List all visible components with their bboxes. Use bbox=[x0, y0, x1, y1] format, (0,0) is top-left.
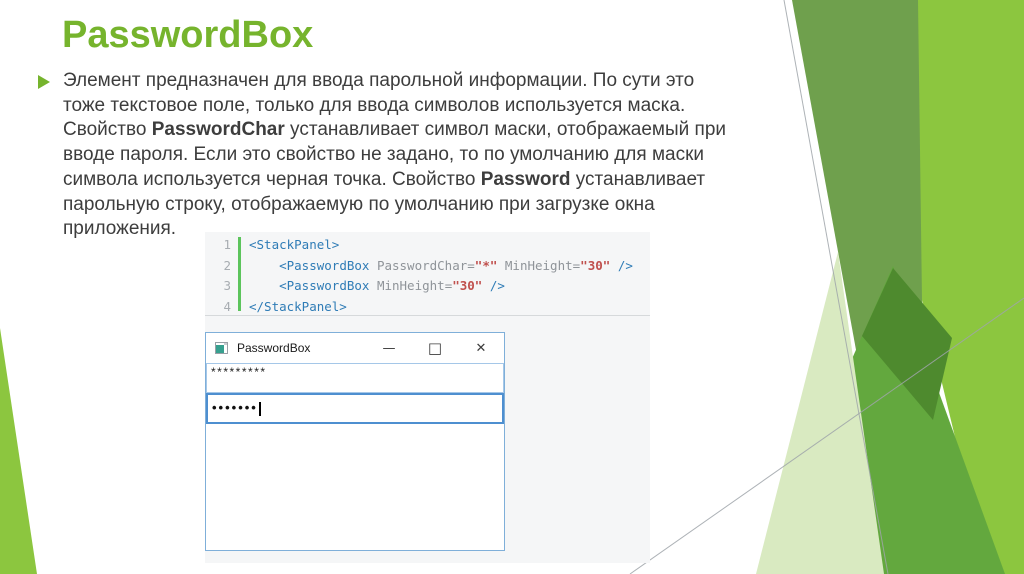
password-dots: ••••••• bbox=[212, 400, 258, 415]
window-title: PasswordBox bbox=[237, 341, 311, 355]
window-titlebar: PasswordBox — □ ✕ bbox=[206, 333, 504, 363]
code-line: <PasswordBox MinHeight="30" /> bbox=[279, 278, 505, 293]
facet-dark-diamond bbox=[862, 268, 952, 420]
code-gutter: 1 2 3 4 bbox=[205, 235, 231, 317]
text-line: парольную строку, отображаемую по умолча… bbox=[63, 193, 655, 215]
slide: PasswordBox Элемент предназначен для вво… bbox=[0, 0, 1024, 574]
code-gutter-bar bbox=[238, 237, 241, 311]
close-button[interactable]: ✕ bbox=[458, 333, 504, 363]
app-window: PasswordBox — □ ✕ ********* ••••••• bbox=[205, 332, 505, 551]
facet-bright-triangle bbox=[918, 0, 1024, 574]
line-number: 1 bbox=[223, 237, 231, 252]
code-lines: <StackPanel> <PasswordBox PasswordChar="… bbox=[249, 235, 633, 317]
code-snippet: 1 2 3 4 <StackPanel> <PasswordBox PasswordC… bbox=[205, 232, 650, 316]
diagonal-line-shallow bbox=[629, 297, 1024, 574]
bullet-arrow-icon bbox=[38, 75, 50, 89]
screenshot-canvas: 1 2 3 4 <StackPanel> <PasswordBox PasswordC… bbox=[205, 232, 650, 563]
app-icon bbox=[215, 342, 228, 354]
text-line: вводе пароля. Если это свойство не задан… bbox=[63, 144, 705, 166]
code-line: </StackPanel> bbox=[249, 298, 347, 314]
maximize-button[interactable]: □ bbox=[412, 333, 458, 363]
line-number: 2 bbox=[223, 257, 231, 273]
text-line: символа используется черная точка. Свойс… bbox=[63, 168, 706, 190]
text-line: Элемент предназначен для ввода парольной… bbox=[63, 70, 695, 91]
code-line: <PasswordBox PasswordChar="*" MinHeight=… bbox=[279, 257, 633, 273]
text-line: тоже текстовое поле, только для ввода си… bbox=[63, 94, 686, 116]
line-number: 4 bbox=[223, 298, 231, 314]
text-caret bbox=[258, 401, 261, 416]
text-line: Свойство PasswordChar устанавливает симв… bbox=[63, 119, 726, 141]
facet-sage-triangle bbox=[792, 0, 950, 574]
window-controls: — □ ✕ bbox=[366, 333, 504, 363]
minimize-button[interactable]: — bbox=[366, 333, 412, 363]
page-title: PasswordBox bbox=[62, 14, 314, 56]
line-number: 3 bbox=[223, 278, 231, 293]
facet-pale-triangle bbox=[756, 252, 884, 574]
facet-medium-triangle bbox=[757, 266, 1005, 574]
password-field-focused[interactable]: ••••••• bbox=[206, 393, 504, 424]
bullet-text: Элемент предназначен для ввода парольной… bbox=[63, 69, 726, 242]
diagonal-line-steep bbox=[783, 0, 889, 574]
left-corner-triangle bbox=[0, 328, 37, 574]
code-line: <StackPanel> bbox=[249, 237, 340, 252]
password-field-masked[interactable]: ********* bbox=[206, 363, 504, 393]
